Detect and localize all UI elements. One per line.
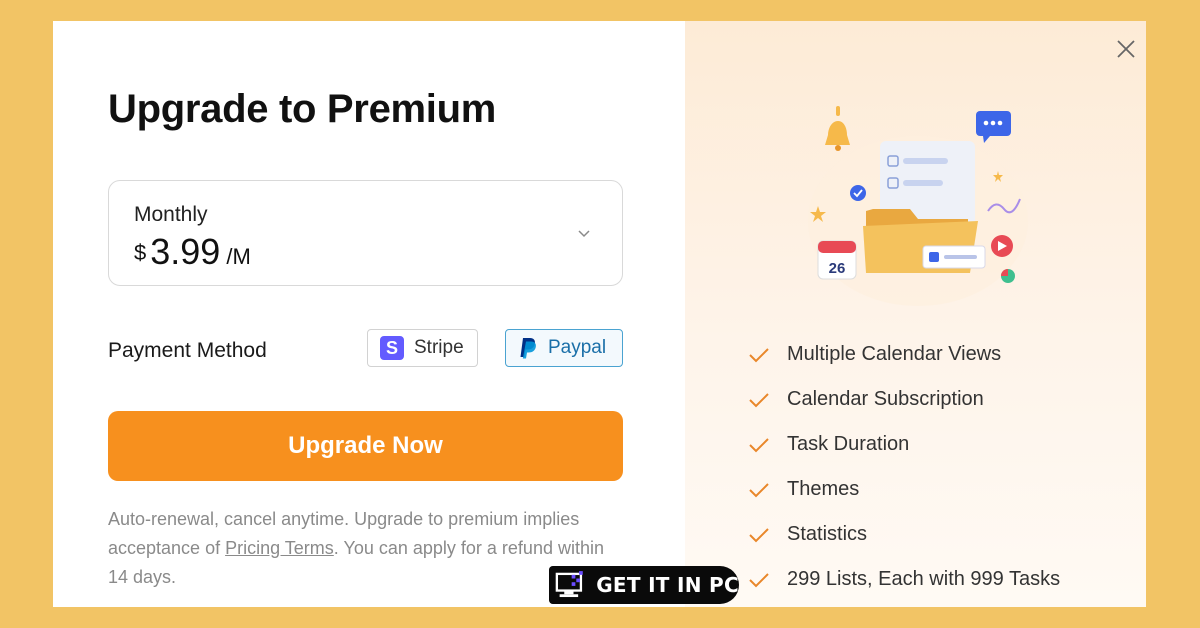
dialog-title: Upgrade to Premium [108,87,496,131]
chat-bubble-icon [976,111,1011,143]
price-period: /M [226,244,251,269]
watermark-text: GET IT IN PC [596,573,739,597]
payment-method-label: Payment Method [108,339,267,362]
calendar-day: 26 [829,260,846,277]
feature-item: Task Duration [748,422,1060,467]
feature-item: Multiple Calendar Views [748,332,1060,377]
check-icon [749,572,769,587]
feature-item: Calendar Subscription [748,377,1060,422]
chevron-down-icon [578,230,590,238]
price-amount: 3.99 [150,231,221,272]
upgrade-now-button[interactable]: Upgrade Now [108,411,623,481]
feature-label: Calendar Subscription [787,388,984,410]
plan-name: Monthly [134,203,208,226]
feature-label: Task Duration [787,433,910,455]
feature-list: Multiple Calendar Views Calendar Subscri… [748,332,1060,602]
check-icon [749,347,769,362]
pricing-terms-link[interactable]: Pricing Terms [225,538,334,558]
paypal-label: Paypal [548,337,607,358]
check-icon [749,392,769,407]
plan-price: $3.99/M [134,231,251,273]
calendar-icon: 26 [817,240,857,280]
close-icon[interactable] [1115,38,1137,60]
upgrade-dialog: Upgrade to Premium Monthly $3.99/M Payme… [53,21,1146,607]
feature-item: 299 Lists, Each with 999 Tasks [748,557,1060,602]
purchase-panel: Upgrade to Premium Monthly $3.99/M Payme… [53,21,685,607]
feature-label: Statistics [787,523,868,545]
paypal-option[interactable]: Paypal [505,329,623,367]
feature-label: Themes [787,478,860,500]
feature-label: Multiple Calendar Views [787,343,1002,365]
stripe-label: Stripe [414,337,464,358]
paypal-logo-icon [520,338,536,359]
stripe-logo-icon: S [380,336,404,360]
price-currency: $ [134,240,147,265]
monitor-icon [555,571,583,598]
bell-icon [825,106,850,151]
feature-item: Statistics [748,512,1060,557]
check-icon [749,527,769,542]
check-icon [749,437,769,452]
feature-item: Themes [748,467,1060,512]
check-icon [749,482,769,497]
premium-illustration: 26 [808,106,1028,306]
feature-label: 299 Lists, Each with 999 Tasks [787,568,1061,590]
stripe-option[interactable]: S Stripe [367,329,478,367]
watermark-logo: GET IT IN PC [549,566,739,604]
plan-select[interactable]: Monthly $3.99/M [108,180,623,286]
